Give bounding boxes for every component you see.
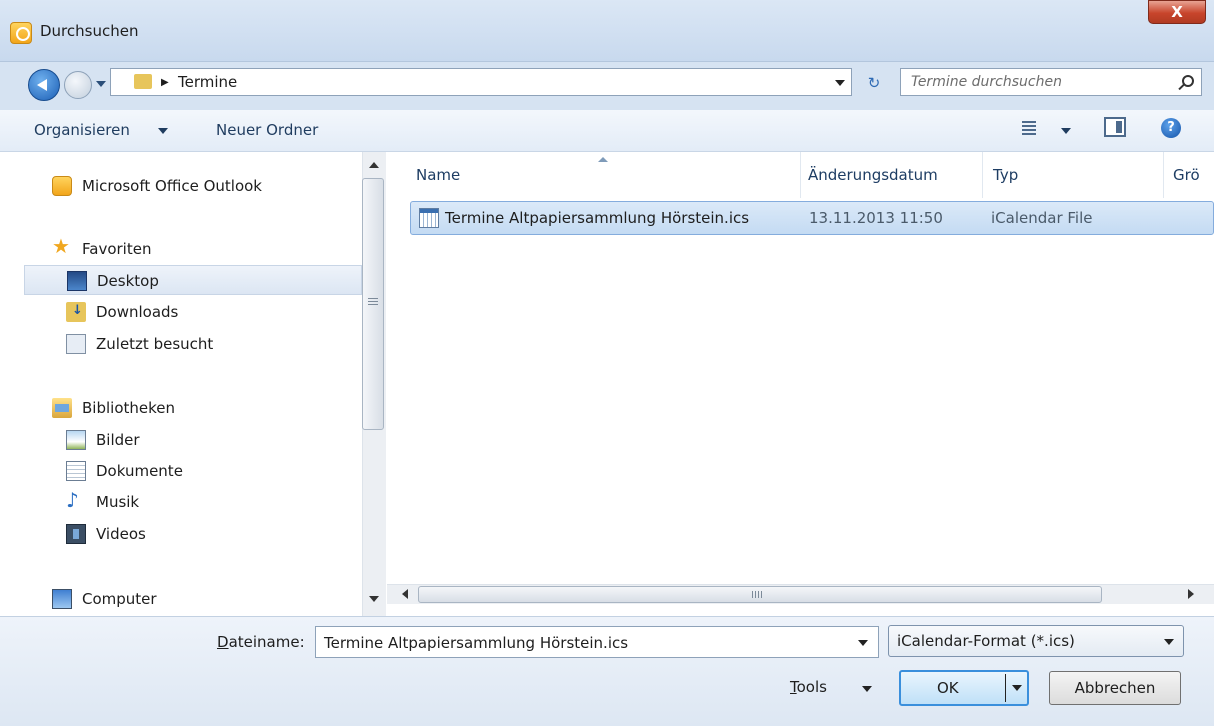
file-type-select[interactable]: iCalendar-Format (*.ics) — [888, 625, 1184, 657]
sidebar-item-bilder[interactable]: Bilder — [66, 425, 356, 455]
sort-ascending-icon — [598, 157, 608, 162]
scroll-grip-icon — [368, 298, 378, 306]
close-button[interactable]: X — [1148, 0, 1206, 24]
videos-icon — [66, 524, 86, 544]
sidebar-item-videos[interactable]: Videos — [66, 519, 356, 549]
chevron-down-icon[interactable] — [1164, 639, 1174, 645]
title-bar — [0, 0, 1214, 62]
recent-pages-dropdown[interactable] — [96, 81, 106, 87]
ok-button[interactable]: OK — [899, 670, 1029, 706]
sidebar-item-label: Favoriten — [82, 240, 152, 258]
sidebar-item-recent[interactable]: Zuletzt besucht — [66, 329, 356, 359]
window-title: Durchsuchen — [40, 22, 139, 40]
computer-icon — [52, 589, 72, 609]
sidebar-item-label: Zuletzt besucht — [96, 335, 214, 353]
chevron-down-icon[interactable] — [858, 640, 868, 646]
organize-caret-icon[interactable] — [158, 128, 168, 134]
sidebar-item-label: Videos — [96, 525, 146, 543]
sidebar-item-dokumente[interactable]: Dokumente — [66, 456, 356, 486]
scroll-grip-icon — [752, 591, 762, 598]
file-type: iCalendar File — [991, 209, 1093, 227]
column-header-type[interactable]: Typ — [993, 166, 1018, 184]
help-icon[interactable]: ? — [1161, 118, 1181, 138]
sidebar-item-bibliotheken[interactable]: Bibliotheken — [52, 393, 352, 423]
scroll-right-icon[interactable] — [1188, 589, 1194, 599]
music-icon: ♪ — [66, 488, 79, 512]
column-header-size[interactable]: Grö — [1173, 166, 1200, 184]
sidebar-item-label: Microsoft Office Outlook — [82, 177, 262, 195]
star-icon: ★ — [52, 234, 70, 258]
libraries-icon — [52, 398, 72, 418]
chevron-right-icon[interactable]: ▶ — [161, 77, 169, 88]
file-name: Termine Altpapiersammlung Hörstein.ics — [445, 209, 750, 227]
new-folder-button[interactable]: Neuer Ordner — [216, 121, 318, 139]
file-date: 13.11.2013 11:50 — [809, 209, 943, 227]
table-row[interactable]: Termine Altpapiersammlung Hörstein.ics 1… — [410, 201, 1214, 235]
sidebar-item-outlook[interactable]: Microsoft Office Outlook — [52, 171, 352, 201]
outlook-app-icon — [10, 22, 32, 44]
column-divider[interactable] — [1163, 152, 1164, 198]
filename-label: Dateiname: — [217, 633, 305, 651]
forward-button[interactable] — [64, 71, 92, 99]
sidebar-item-favoriten[interactable]: ★ Favoriten — [52, 234, 352, 264]
tools-button[interactable]: Tools — [790, 678, 827, 696]
back-button[interactable] — [28, 69, 60, 101]
sidebar-item-label: Musik — [96, 493, 140, 511]
filename-label-text: ateiname: — [228, 633, 305, 651]
outlook-icon — [52, 176, 72, 196]
views-icon[interactable] — [1022, 121, 1036, 135]
preview-pane-icon[interactable] — [1104, 117, 1126, 137]
ok-split-divider — [1005, 674, 1006, 702]
sidebar-item-computer[interactable]: Computer — [52, 584, 352, 614]
address-box[interactable]: ▶ Termine — [110, 68, 852, 96]
sidebar-item-desktop[interactable]: Desktop — [24, 265, 362, 295]
breadcrumb-termine[interactable]: Termine — [178, 73, 237, 91]
desktop-icon — [67, 271, 87, 291]
address-dropdown-icon[interactable] — [835, 80, 845, 86]
folder-icon — [134, 74, 152, 89]
search-input[interactable]: Termine durchsuchen — [900, 68, 1202, 96]
tools-label: ools — [796, 678, 827, 696]
file-type-value: iCalendar-Format (*.ics) — [897, 632, 1075, 650]
sidebar-item-label: Bibliotheken — [82, 399, 175, 417]
sidebar-item-label: Desktop — [97, 272, 159, 290]
sidebar-item-label: Dokumente — [96, 462, 183, 480]
column-header-name[interactable]: Name — [416, 166, 460, 184]
sidebar-item-label: Bilder — [96, 431, 140, 449]
pictures-icon — [66, 430, 86, 450]
ok-dropdown-icon[interactable] — [1012, 685, 1022, 691]
cancel-button[interactable]: Abbrechen — [1049, 671, 1181, 705]
refresh-icon[interactable]: ↻ — [858, 70, 890, 96]
organize-button[interactable]: Organisieren — [34, 121, 130, 139]
icalendar-file-icon — [419, 208, 439, 228]
downloads-folder-icon — [66, 302, 86, 322]
filename-input[interactable]: Termine Altpapiersammlung Hörstein.ics — [315, 626, 879, 658]
scroll-down-icon[interactable] — [369, 596, 379, 602]
documents-icon — [66, 461, 86, 481]
sidebar-item-label: Downloads — [96, 303, 179, 321]
filename-label-accelerator: D — [217, 633, 229, 651]
scroll-up-icon[interactable] — [369, 162, 379, 168]
search-icon[interactable] — [1182, 75, 1194, 87]
scroll-left-icon[interactable] — [402, 589, 408, 599]
column-divider[interactable] — [982, 152, 983, 198]
tools-caret-icon[interactable] — [862, 686, 872, 692]
filename-value: Termine Altpapiersammlung Hörstein.ics — [324, 634, 629, 652]
tools-accelerator: T — [790, 678, 797, 696]
sidebar-item-label: Computer — [82, 590, 157, 608]
search-placeholder: Termine durchsuchen — [911, 74, 1062, 90]
recent-places-icon — [66, 334, 86, 354]
column-header-date[interactable]: Änderungsdatum — [808, 166, 938, 184]
views-caret-icon[interactable] — [1061, 128, 1071, 134]
sidebar-item-downloads[interactable]: Downloads — [66, 297, 356, 327]
column-divider[interactable] — [800, 152, 801, 198]
ok-label: OK — [937, 679, 959, 697]
sidebar-item-musik[interactable]: ♪ Musik — [66, 487, 356, 517]
